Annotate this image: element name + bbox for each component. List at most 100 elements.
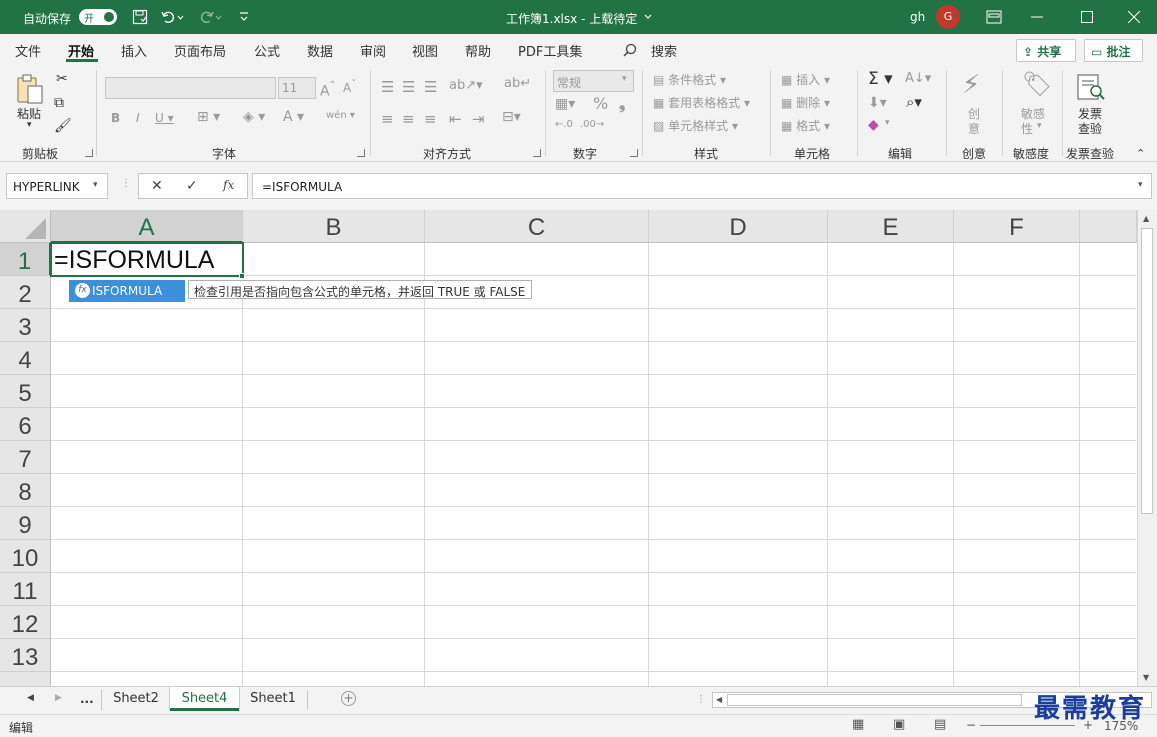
resize-handle-icon[interactable]: ⋮	[121, 178, 131, 189]
autocomplete-item[interactable]: fx ISFORMULA	[69, 280, 185, 302]
more-sheets-button[interactable]: ...	[80, 692, 94, 706]
number-launcher-icon[interactable]	[630, 149, 638, 157]
row-header-4[interactable]: 4	[0, 342, 51, 375]
row-header-9[interactable]: 9	[0, 507, 51, 540]
sensitivity-icon[interactable]: 🏷	[1022, 70, 1052, 98]
add-sheet-icon[interactable]: +	[341, 691, 356, 706]
paste-icon[interactable]	[15, 73, 45, 105]
row-header-1[interactable]: 1	[0, 243, 51, 276]
accounting-format-icon[interactable]: ▦▾	[555, 96, 575, 112]
align-left-icon[interactable]: ≡	[381, 110, 394, 128]
shrink-font-icon[interactable]: Aˇ	[343, 79, 356, 95]
horizontal-scroll-thumb[interactable]	[727, 694, 1022, 706]
menu-home[interactable]: 开始	[68, 41, 94, 60]
sheet-tab-sheet1[interactable]: Sheet1	[240, 687, 306, 711]
insert-cells-button[interactable]: ▦ 插入 ▾	[781, 71, 830, 88]
paste-dropdown-icon[interactable]: ▾	[27, 120, 32, 130]
confirm-entry-icon[interactable]: ✓	[186, 178, 198, 194]
row-header-11[interactable]: 11	[0, 573, 51, 606]
copy-icon[interactable]: ⧉	[54, 95, 64, 111]
delete-cells-button[interactable]: ▦ 删除 ▾	[781, 94, 830, 111]
sensitivity-label-2[interactable]: 性	[1021, 120, 1033, 137]
cut-icon[interactable]: ✂	[56, 71, 68, 87]
scroll-up-icon[interactable]: ▲	[1143, 214, 1149, 223]
autosave-toggle[interactable]: 开	[79, 9, 117, 25]
ideas-icon[interactable]: ⚡	[962, 70, 980, 100]
menu-pdf-tools[interactable]: PDF工具集	[518, 41, 582, 60]
active-cell-a1[interactable]: =ISFORMULA	[50, 242, 244, 277]
title-chevron-icon[interactable]	[643, 13, 653, 21]
column-header-a[interactable]: A	[51, 210, 243, 243]
sort-filter-icon[interactable]: A↓▾	[905, 71, 931, 86]
row-header-6[interactable]: 6	[0, 408, 51, 441]
menu-help[interactable]: 帮助	[465, 41, 491, 60]
bold-icon[interactable]: B	[111, 111, 120, 125]
wrap-text-icon[interactable]: ab↵	[504, 76, 531, 91]
clear-dropdown-icon[interactable]: ▾	[885, 118, 890, 128]
decrease-decimal-icon[interactable]: .00→	[580, 119, 604, 130]
font-color-icon[interactable]: A ▾	[283, 109, 304, 125]
expand-formula-icon[interactable]: ▾	[1138, 180, 1143, 190]
share-button[interactable]: ⇪ 共享	[1016, 39, 1076, 62]
align-bottom-icon[interactable]: ☰	[424, 78, 437, 96]
increase-decimal-icon[interactable]: ←.0	[555, 119, 573, 130]
name-box-dropdown-icon[interactable]: ▾	[93, 180, 98, 190]
menu-page-layout[interactable]: 页面布局	[174, 41, 226, 60]
normal-view-icon[interactable]: ▦	[852, 717, 864, 732]
menu-view[interactable]: 视图	[412, 41, 438, 60]
underline-icon[interactable]: U ▾	[155, 111, 174, 125]
format-cells-button[interactable]: ▦ 格式 ▾	[781, 117, 830, 134]
column-header-d[interactable]: D	[649, 210, 828, 243]
increase-indent-icon[interactable]: ⇥	[472, 110, 485, 128]
row-header-3[interactable]: 3	[0, 309, 51, 342]
ideas-label-2[interactable]: 意	[968, 120, 980, 137]
row-header-2[interactable]: 2	[0, 276, 51, 309]
italic-icon[interactable]: I	[136, 111, 140, 125]
conditional-format-button[interactable]: ▤ 条件格式 ▾	[653, 71, 726, 88]
cell-styles-button[interactable]: ▨ 单元格样式 ▾	[653, 117, 738, 134]
prev-sheet-icon[interactable]: ◀	[27, 693, 34, 703]
row-header-10[interactable]: 10	[0, 540, 51, 573]
sheet-tab-sheet2[interactable]: Sheet2	[103, 687, 169, 711]
undo-icon[interactable]	[160, 9, 184, 25]
invoice-check-icon[interactable]	[1076, 73, 1106, 101]
column-header-e[interactable]: E	[828, 210, 954, 243]
decrease-indent-icon[interactable]: ⇤	[449, 110, 462, 128]
ribbon-display-icon[interactable]	[986, 10, 1002, 24]
font-size-select[interactable]: 11	[278, 77, 316, 99]
font-launcher-icon[interactable]	[357, 149, 365, 157]
align-top-icon[interactable]: ☰	[381, 78, 394, 96]
scroll-down-icon[interactable]: ▼	[1143, 673, 1149, 682]
scroll-left-icon[interactable]: ◀	[716, 695, 722, 704]
vertical-scroll-thumb[interactable]	[1141, 228, 1153, 514]
search-icon[interactable]	[623, 43, 637, 57]
grow-font-icon[interactable]: Aˆ	[320, 79, 335, 100]
menu-formulas[interactable]: 公式	[254, 41, 280, 60]
percent-icon[interactable]: %	[593, 94, 608, 113]
menu-data[interactable]: 数据	[307, 41, 333, 60]
menu-file[interactable]: 文件	[15, 41, 41, 60]
insert-function-icon[interactable]: fx	[223, 178, 234, 192]
row-header-5[interactable]: 5	[0, 375, 51, 408]
row-header-14[interactable]	[0, 672, 51, 686]
sensitivity-dropdown-icon[interactable]: ▾	[1037, 121, 1042, 131]
alignment-launcher-icon[interactable]	[533, 149, 541, 157]
zoom-slider[interactable]	[980, 725, 1075, 726]
align-middle-icon[interactable]: ☰	[402, 78, 415, 96]
clear-icon[interactable]: ◆	[868, 117, 879, 133]
column-header-g[interactable]	[1080, 210, 1137, 243]
save-icon[interactable]	[132, 9, 148, 25]
table-format-button[interactable]: ▦ 套用表格格式 ▾	[653, 94, 750, 111]
page-layout-view-icon[interactable]: ▣	[893, 717, 905, 732]
select-all-button[interactable]	[0, 210, 51, 243]
row-header-12[interactable]: 12	[0, 606, 51, 639]
document-title[interactable]: 工作簿1.xlsx - 上载待定	[506, 10, 637, 27]
menu-review[interactable]: 审阅	[360, 41, 386, 60]
tab-split-icon[interactable]: ⋮	[696, 694, 706, 705]
maximize-icon[interactable]	[1081, 11, 1093, 23]
borders-icon[interactable]: ⊞ ▾	[197, 109, 220, 125]
comma-style-icon[interactable]: ❟	[619, 94, 625, 114]
fill-color-icon[interactable]: ◈ ▾	[243, 109, 265, 125]
avatar[interactable]: G	[936, 5, 960, 29]
clipboard-launcher-icon[interactable]	[85, 149, 93, 157]
